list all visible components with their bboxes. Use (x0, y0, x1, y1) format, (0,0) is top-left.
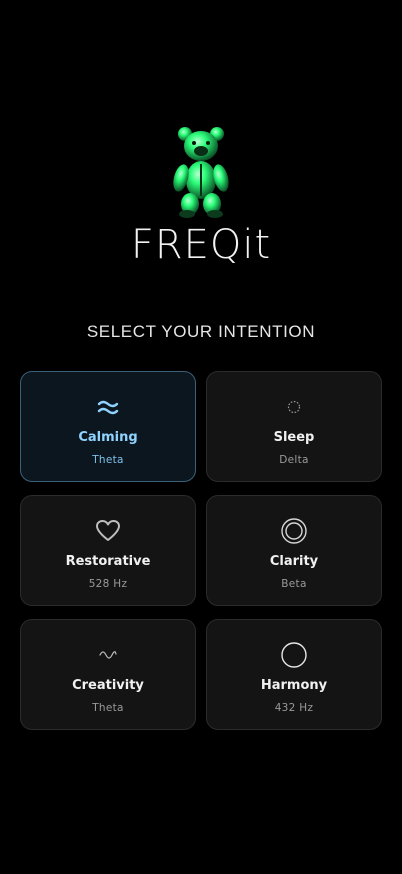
teddy-bear-logo-icon (163, 124, 239, 220)
intention-label: Clarity (269, 554, 319, 569)
intention-label: Harmony (260, 678, 328, 693)
intention-frequency: Theta (92, 702, 124, 714)
sine-wave-icon (21, 640, 195, 670)
intention-card-restorative[interactable]: Restorative 528 Hz (20, 495, 196, 606)
intention-card-creativity[interactable]: Creativity Theta (20, 619, 196, 730)
waves-icon (21, 392, 195, 422)
intention-heading: SELECT YOUR INTENTION (86, 322, 316, 341)
intention-card-sleep[interactable]: Sleep Delta (206, 371, 382, 482)
dotted-circle-icon (207, 392, 381, 422)
heart-icon (21, 516, 195, 546)
intention-frequency: Theta (92, 454, 124, 466)
intention-grid: Calming Theta Sleep Delta Restorative 52… (20, 371, 382, 730)
double-circle-icon (207, 516, 381, 546)
intention-label: Sleep (273, 430, 315, 445)
intention-frequency: 432 Hz (274, 702, 314, 714)
intention-label: Creativity (72, 678, 144, 693)
intention-card-calming[interactable]: Calming Theta (20, 371, 196, 482)
circle-icon (207, 640, 381, 670)
intention-frequency: Delta (279, 454, 309, 466)
intention-frequency: 528 Hz (88, 578, 128, 590)
intention-label: Restorative (65, 554, 151, 569)
app-title: FREQit (130, 222, 272, 268)
app-screen: FREQit SELECT YOUR INTENTION Calming The… (0, 0, 402, 874)
intention-frequency: Beta (281, 578, 307, 590)
intention-label: Calming (78, 430, 138, 445)
intention-card-clarity[interactable]: Clarity Beta (206, 495, 382, 606)
intention-card-harmony[interactable]: Harmony 432 Hz (206, 619, 382, 730)
